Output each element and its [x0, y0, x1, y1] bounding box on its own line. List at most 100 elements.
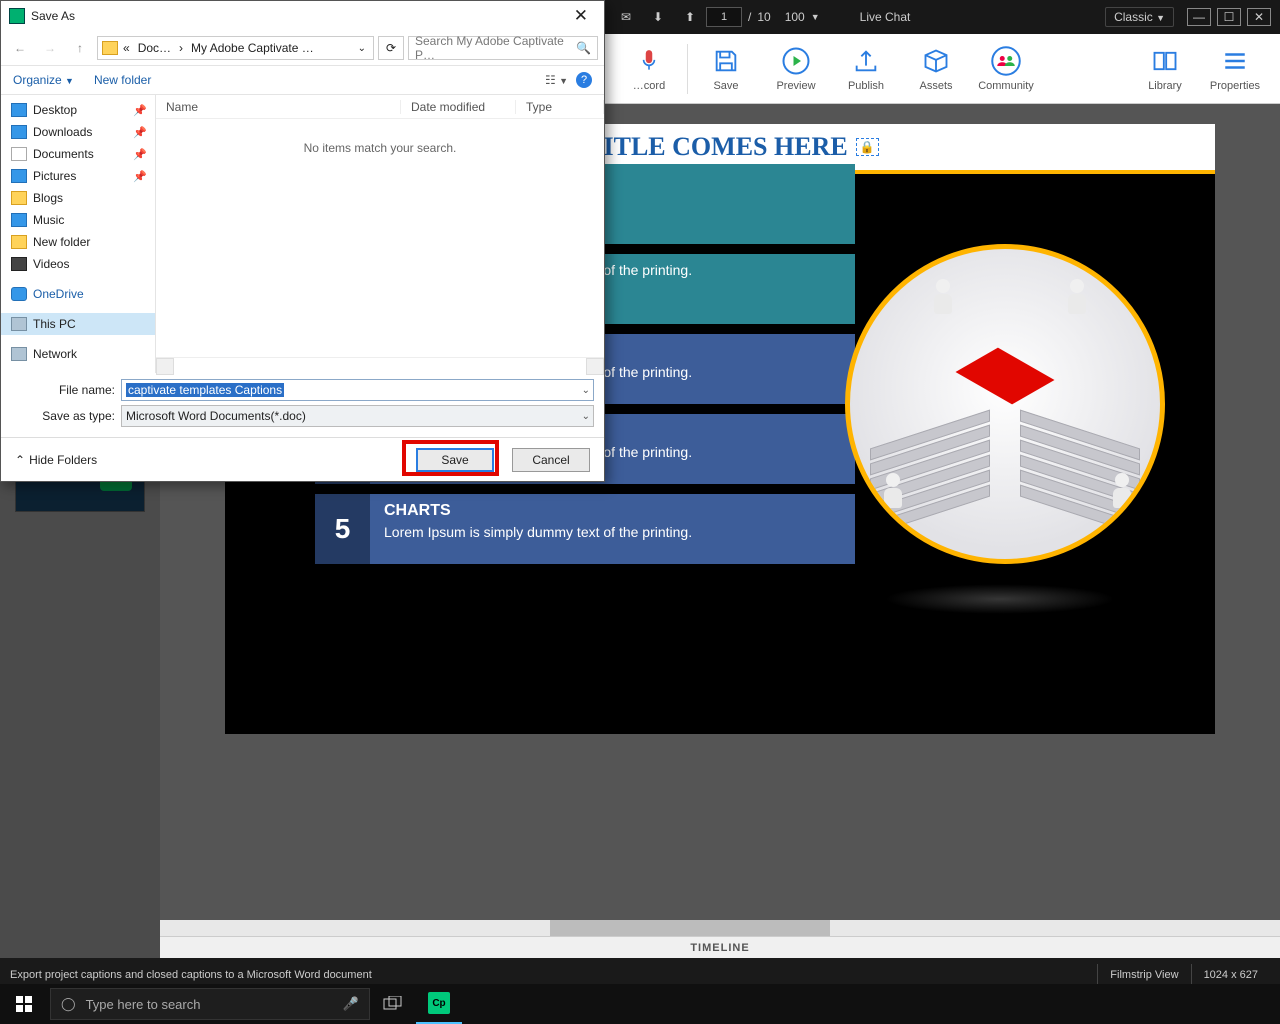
column-date[interactable]: Date modified — [401, 100, 516, 114]
community-button[interactable]: Community — [971, 34, 1041, 103]
tree-music[interactable]: Music — [1, 209, 155, 231]
tree-downloads[interactable]: Downloads📌 — [1, 121, 155, 143]
search-placeholder: Type here to search — [86, 997, 201, 1012]
file-list: Name Date modified Type No items match y… — [156, 95, 604, 373]
tree-pictures[interactable]: Pictures📌 — [1, 165, 155, 187]
column-name[interactable]: Name — [156, 100, 401, 114]
minimize-button[interactable]: — — [1187, 8, 1211, 26]
zoom-value[interactable]: 100 — [785, 10, 805, 24]
dialog-close-button[interactable]: ✕ — [566, 4, 596, 28]
nav-forward-button[interactable]: → — [37, 36, 63, 60]
list-header: Name Date modified Type — [156, 95, 604, 119]
close-button[interactable]: ✕ — [1247, 8, 1271, 26]
box-icon — [920, 45, 952, 77]
chevron-down-icon[interactable]: ⌄ — [582, 411, 590, 422]
tree-videos[interactable]: Videos — [1, 253, 155, 275]
dialog-body: Desktop📌 Downloads📌 Documents📌 Pictures📌… — [1, 95, 604, 373]
pin-icon: 📌 — [133, 126, 147, 139]
maximize-button[interactable]: ☐ — [1217, 8, 1241, 26]
status-bar: Export project captions and closed capti… — [0, 964, 1280, 986]
menu-icon — [1219, 45, 1251, 77]
page-current-input[interactable] — [706, 7, 742, 27]
view-options-button[interactable]: ☷ ▼ — [545, 73, 568, 87]
workspace-layout-dropdown[interactable]: Classic ▼ — [1105, 7, 1174, 27]
dialog-search-input[interactable]: Search My Adobe Captivate P… 🔍 — [408, 36, 598, 60]
dialog-title: Save As — [31, 9, 75, 23]
tree-onedrive[interactable]: OneDrive — [1, 283, 155, 305]
slide-image[interactable] — [845, 244, 1165, 564]
pictures-icon — [11, 169, 27, 183]
horizontal-scrollbar[interactable] — [160, 920, 1280, 936]
pin-icon: 📌 — [133, 170, 147, 183]
hide-folders-toggle[interactable]: ⌃Hide Folders — [15, 453, 97, 467]
floppy-icon — [710, 45, 742, 77]
record-button[interactable]: …cord — [614, 34, 684, 103]
status-message: Export project captions and closed capti… — [10, 969, 372, 981]
live-chat-link[interactable]: Live Chat — [860, 10, 911, 24]
dialog-actions: ⌃Hide Folders Save Cancel — [1, 437, 604, 481]
network-icon — [11, 347, 27, 361]
cortana-icon: ◯ — [61, 996, 76, 1012]
status-view[interactable]: Filmstrip View — [1097, 964, 1190, 986]
chevron-down-icon[interactable]: ⌄ — [355, 43, 369, 54]
file-name-input[interactable]: captivate templates Captions ⌄ — [121, 379, 594, 401]
play-icon — [780, 45, 812, 77]
publish-button[interactable]: Publish — [831, 34, 901, 103]
nav-back-button[interactable]: ← — [7, 36, 33, 60]
task-view-button[interactable] — [370, 984, 416, 1024]
save-button[interactable]: Save — [691, 34, 761, 103]
organize-menu[interactable]: Organize ▼ — [13, 73, 74, 87]
dialog-titlebar[interactable]: Save As ✕ — [1, 1, 604, 31]
microphone-icon — [633, 45, 665, 77]
save-type-select[interactable]: Microsoft Word Documents(*.doc) ⌄ — [121, 405, 594, 427]
tree-network[interactable]: Network — [1, 343, 155, 365]
microphone-icon[interactable]: 🎤 — [343, 996, 359, 1012]
zoom-dropdown-icon[interactable]: ▼ — [811, 12, 820, 22]
assets-button[interactable]: Assets — [901, 34, 971, 103]
tree-this-pc[interactable]: This PC — [1, 313, 155, 335]
save-button[interactable]: Save — [416, 448, 494, 472]
properties-button[interactable]: Properties — [1200, 34, 1270, 103]
chevron-down-icon[interactable]: ⌄ — [582, 385, 590, 396]
tree-desktop[interactable]: Desktop📌 — [1, 99, 155, 121]
tree-new-folder[interactable]: New folder — [1, 231, 155, 253]
lock-icon: 🔒 — [856, 138, 879, 156]
pc-icon — [11, 317, 27, 331]
scrollbar-thumb[interactable] — [550, 920, 830, 936]
list-horizontal-scrollbar[interactable] — [156, 357, 604, 373]
nav-up-button[interactable]: ↑ — [67, 36, 93, 60]
dialog-navigation: ← → ↑ « Doc…› My Adobe Captivate … ⌄ ⟳ S… — [1, 31, 604, 65]
taskbar-app-captivate[interactable]: Cp — [416, 984, 462, 1024]
book-icon — [1149, 45, 1181, 77]
cancel-button[interactable]: Cancel — [512, 448, 590, 472]
timeline-tab[interactable]: TIMELINE — [160, 936, 1280, 958]
new-folder-button[interactable]: New folder — [94, 73, 151, 87]
music-icon — [11, 213, 27, 227]
folder-icon — [11, 191, 27, 205]
dialog-toolbar: Organize ▼ New folder ☷ ▼ ? — [1, 65, 604, 95]
start-button[interactable] — [0, 984, 48, 1024]
downloads-icon — [11, 125, 27, 139]
breadcrumb[interactable]: « Doc…› My Adobe Captivate … ⌄ — [97, 36, 374, 60]
help-button[interactable]: ? — [576, 72, 592, 88]
taskbar-search[interactable]: ◯ Type here to search 🎤 — [50, 988, 370, 1020]
documents-icon — [11, 147, 27, 161]
pin-icon: 📌 — [133, 148, 147, 161]
page-total: 10 — [757, 10, 770, 24]
upload-icon[interactable]: ⬆ — [676, 3, 704, 31]
tree-blogs[interactable]: Blogs — [1, 187, 155, 209]
column-type[interactable]: Type — [516, 100, 604, 114]
folder-tree: Desktop📌 Downloads📌 Documents📌 Pictures📌… — [1, 95, 156, 373]
videos-icon — [11, 257, 27, 271]
dialog-fields: File name: captivate templates Captions … — [1, 373, 604, 437]
library-button[interactable]: Library — [1130, 34, 1200, 103]
mail-icon[interactable]: ✉ — [612, 3, 640, 31]
onedrive-icon — [11, 287, 27, 301]
refresh-button[interactable]: ⟳ — [378, 36, 404, 60]
list-empty-message: No items match your search. — [156, 119, 604, 357]
tree-documents[interactable]: Documents📌 — [1, 143, 155, 165]
slide-item[interactable]: 5 CHARTSLorem Ipsum is simply dummy text… — [315, 494, 855, 564]
download-icon[interactable]: ⬇ — [644, 3, 672, 31]
preview-button[interactable]: Preview — [761, 34, 831, 103]
people-icon — [990, 45, 1022, 77]
